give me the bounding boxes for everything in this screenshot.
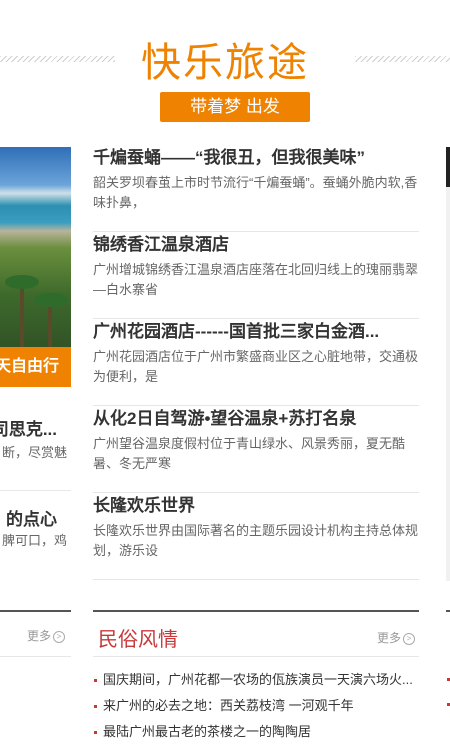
list-item[interactable]: 国庆期间，广州花都一农场的佤族演员一天演六场火... (93, 667, 419, 693)
article-list: 千煸蚕蛹——“我很丑，但我很美味” 韶关罗坝春茧上市时节流行“千煸蚕蛹”。蚕蛹外… (93, 145, 419, 580)
palm-frond (5, 275, 39, 289)
more-label: 更多 (376, 631, 401, 645)
article-title[interactable]: 广州花园酒店------国首批三家白金酒... (93, 321, 419, 343)
left-more-link[interactable]: 更多 > (27, 627, 66, 644)
left-item-desc: 脾可口，鸡 (1, 533, 67, 548)
divider (0, 656, 71, 657)
right-column-image-edge (446, 147, 450, 187)
article-desc: 广州花园酒店位于广州市繁盛商业区之心脏地带，交通极为便利，是 (93, 349, 419, 384)
article-item[interactable]: 广州花园酒店------国首批三家白金酒... 广州花园酒店位于广州市繁盛商业区… (93, 319, 419, 406)
featured-photo[interactable] (0, 147, 71, 357)
featured-banner[interactable]: 天自由行 (0, 347, 71, 387)
article-item[interactable]: 从化2日自驾游•望谷温泉+苏打名泉 广州望谷温泉度假村位于青山绿水、风景秀丽，夏… (93, 406, 419, 493)
article-item[interactable]: 长隆欢乐世界 长隆欢乐世界由国际著名的主题乐园设计机构主持总体规划，游乐设 (93, 493, 419, 580)
left-item-desc: 断，尽赏魅 (1, 445, 67, 460)
left-item-title: 司思克... (0, 420, 57, 439)
article-item[interactable]: 锦绣香江温泉酒店 广州增城锦绣香江温泉酒店座落在北回归线上的瑰丽翡翠—白水寨省 (93, 232, 419, 319)
arrow-right-icon: > (53, 631, 66, 643)
title-decoration-right (355, 56, 450, 62)
section-header: 民俗风情 更多 > (93, 612, 419, 657)
folk-customs-section: 民俗风情 更多 > 国庆期间，广州花都一农场的佤族演员一天演六场火... 来广州的… (93, 610, 419, 745)
article-desc: 广州望谷温泉度假村位于青山绿水、风景秀丽，夏无酷暑、冬无严寒 (93, 436, 406, 471)
article-item[interactable]: 千煸蚕蛹——“我很丑，但我很美味” 韶关罗坝春茧上市时节流行“千煸蚕蛹”。蚕蛹外… (93, 145, 419, 232)
article-title[interactable]: 长隆欢乐世界 (93, 495, 419, 517)
more-label: 更多 (27, 629, 52, 643)
list-item[interactable]: 来广州的必去之地：西关荔枝湾 一河观千年 (93, 693, 419, 719)
article-title[interactable]: 从化2日自驾游•望谷温泉+苏打名泉 (93, 408, 419, 430)
section-title: 民俗风情 (98, 629, 178, 651)
right-column-edge (446, 147, 450, 581)
article-title[interactable]: 锦绣香江温泉酒店 (93, 234, 419, 256)
section-top-border (446, 610, 450, 612)
left-item-title: 的点心 (6, 510, 57, 529)
palm-frond (34, 293, 68, 307)
list-item[interactable]: 最陆广州最古老的茶楼之一的陶陶居 (93, 719, 419, 745)
divider (0, 490, 71, 491)
left-list-item[interactable]: 司思克... 断，尽赏魅 (0, 415, 71, 465)
section-top-border (0, 610, 71, 612)
news-list: 国庆期间，广州花都一农场的佤族演员一天演六场火... 来广州的必去之地：西关荔枝… (93, 667, 419, 745)
featured-banner-text: 天自由行 (0, 358, 59, 375)
article-desc: 广州增城锦绣香江温泉酒店座落在北回归线上的瑰丽翡翠—白水寨省 (93, 262, 419, 297)
article-title[interactable]: 千煸蚕蛹——“我很丑，但我很美味” (93, 147, 419, 169)
more-link[interactable]: 更多 > (377, 629, 415, 646)
left-list-item[interactable]: 的点心 脾可口，鸡 (0, 505, 71, 555)
arrow-right-icon: > (403, 633, 415, 645)
article-desc: 长隆欢乐世界由国际著名的主题乐园设计机构主持总体规划，游乐设 (93, 523, 419, 558)
slogan-button[interactable]: 带着梦 出发 (160, 92, 310, 122)
article-desc: 韶关罗坝春茧上市时节流行“千煸蚕蛹”。蚕蛹外脆内软,香味扑鼻， (93, 175, 418, 210)
